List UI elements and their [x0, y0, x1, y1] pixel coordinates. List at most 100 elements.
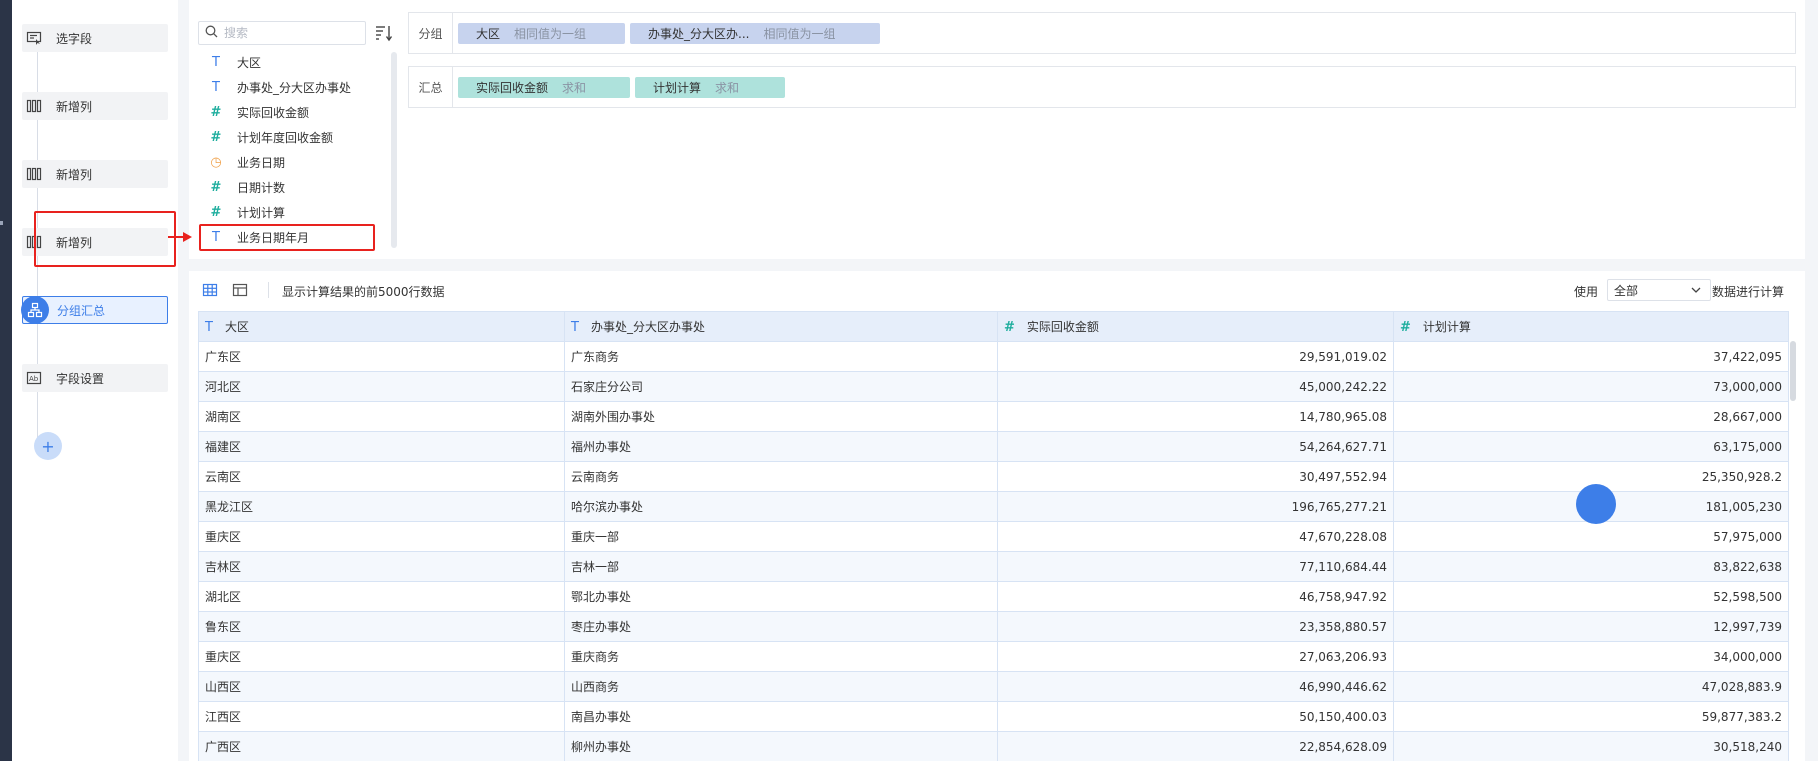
step-label: 分组汇总: [57, 303, 106, 318]
use-label: 使用: [1574, 285, 1599, 299]
column-header[interactable]: T 办事处_分大区办事处: [564, 311, 998, 342]
table-cell: 哈尔滨办事处: [564, 491, 998, 522]
table-cell: 52,598,500: [1393, 581, 1789, 612]
steps-panel: 选字段 新增列 新增列 新增列 分组汇总 Ab 字段设置 +: [12, 0, 178, 761]
table-cell: 46,758,947.92: [997, 581, 1394, 612]
row-limit-note: 显示计算结果的前5000行数据: [282, 285, 445, 299]
field-label: 计划年度回收金额: [237, 131, 334, 145]
text-type-icon: T: [205, 320, 213, 335]
number-type-icon: #: [1400, 320, 1411, 335]
table-cell: 54,264,627.71: [997, 431, 1394, 462]
table-cell: 30,497,552.94: [997, 461, 1394, 492]
table-cell: 83,822,638: [1393, 551, 1789, 582]
column-title: 实际回收金额: [1026, 320, 1099, 334]
data-scope-select[interactable]: 全部: [1607, 279, 1711, 301]
field-search-box[interactable]: [198, 21, 366, 45]
table-cell: 柳州办事处: [564, 731, 998, 761]
chip-aggregation: 相同值为一组: [763, 26, 836, 41]
step-select-fields[interactable]: 选字段: [22, 24, 168, 52]
field-settings-icon: Ab: [20, 364, 48, 392]
number-type-icon: #: [210, 180, 222, 195]
table-cell: 广东区: [198, 341, 565, 372]
sort-icon[interactable]: [373, 22, 395, 44]
table-row: 黑龙江区 哈尔滨办事处 196,765,277.21 181,005,230: [198, 491, 1789, 522]
table-cell: 鄂北办事处: [564, 581, 998, 612]
column-header[interactable]: # 实际回收金额: [997, 311, 1394, 342]
field-label: 业务日期: [237, 156, 286, 170]
result-table-panel: 显示计算结果的前5000行数据 使用 全部 数据进行计算 T 大区 T 办事处_分大…: [189, 271, 1805, 761]
group-chip[interactable]: 大区 相同值为一组: [458, 22, 625, 44]
table-cell: 47,028,883.9: [1393, 671, 1789, 702]
search-input[interactable]: [224, 26, 354, 40]
table-cell: 山西区: [198, 671, 565, 702]
group-summary-icon: [21, 296, 49, 324]
table-scrollbar[interactable]: [1790, 341, 1796, 401]
table-cell: 63,175,000: [1393, 431, 1789, 462]
summary-zone[interactable]: 汇总 实际回收金额 求和 计划计算 求和: [408, 66, 1796, 108]
svg-text:Ab: Ab: [29, 375, 39, 383]
table-cell: 27,063,206.93: [997, 641, 1394, 672]
table-cell: 江西区: [198, 701, 565, 732]
step-add-column-2[interactable]: 新增列: [22, 160, 168, 188]
table-cell: 云南区: [198, 461, 565, 492]
field-label: 实际回收金额: [237, 106, 310, 120]
table-cell: 196,765,277.21: [997, 491, 1394, 522]
group-chip[interactable]: 办事处_分大区办... 相同值为一组: [630, 22, 880, 44]
field-item[interactable]: T 大区: [198, 50, 398, 75]
field-item[interactable]: T 办事处_分大区办事处: [198, 75, 398, 100]
table-cell: 河北区: [198, 371, 565, 402]
chip-aggregation: 求和: [715, 80, 740, 95]
step-label: 字段设置: [56, 371, 105, 386]
step-group-summary[interactable]: 分组汇总: [21, 296, 168, 324]
add-step-button[interactable]: +: [34, 432, 62, 460]
summary-chip[interactable]: 计划计算 求和: [635, 76, 785, 98]
table-cell: 29,591,019.02: [997, 341, 1394, 372]
summary-chip[interactable]: 实际回收金额 求和: [458, 76, 630, 98]
table-cell: 30,518,240: [1393, 731, 1789, 761]
add-column-icon: [20, 92, 48, 120]
table-cell: 重庆一部: [564, 521, 998, 552]
field-label: 日期计数: [237, 181, 286, 195]
field-highlight-box: [199, 224, 375, 251]
table-cell: 59,877,383.2: [1393, 701, 1789, 732]
field-list: T 大区 T 办事处_分大区办事处 # 实际回收金额 # 计划年度回收金额 ◷ 业务日期 …: [198, 50, 398, 250]
step-field-settings[interactable]: Ab 字段设置: [22, 364, 168, 392]
step-highlight-box: [34, 211, 176, 267]
table-row: 重庆区 重庆商务 27,063,206.93 34,000,000: [198, 641, 1789, 672]
table-cell: 石家庄分公司: [564, 371, 998, 402]
text-type-icon: T: [571, 320, 579, 335]
group-zone[interactable]: 分组 大区 相同值为一组 办事处_分大区办... 相同值为一组: [408, 12, 1796, 54]
number-type-icon: #: [210, 130, 222, 145]
field-item[interactable]: ◷ 业务日期: [198, 150, 398, 175]
table-row: 广东区 广东商务 29,591,019.02 37,422,095: [198, 341, 1789, 372]
field-item[interactable]: # 计划计算: [198, 200, 398, 225]
table-cell: 湖南区: [198, 401, 565, 432]
table-cell: 南昌办事处: [564, 701, 998, 732]
field-item[interactable]: # 计划年度回收金额: [198, 125, 398, 150]
select-value: 全部: [1614, 283, 1639, 298]
floating-action-button[interactable]: [1576, 484, 1616, 524]
field-label: 办事处_分大区办事处: [237, 81, 352, 95]
chip-name: 办事处_分大区办...: [648, 26, 750, 41]
text-type-icon: T: [212, 55, 220, 70]
layout-view-icon[interactable]: [231, 281, 249, 299]
text-type-icon: T: [212, 80, 220, 95]
table-row: 山西区 山西商务 46,990,446.62 47,028,883.9: [198, 671, 1789, 702]
column-title: 办事处_分大区办事处: [590, 320, 705, 334]
column-header[interactable]: # 计划计算: [1393, 311, 1789, 342]
field-list-scrollbar[interactable]: [391, 52, 397, 248]
chip-name: 计划计算: [653, 80, 702, 95]
table-row: 福建区 福州办事处 54,264,627.71 63,175,000: [198, 431, 1789, 462]
column-title: 计划计算: [1422, 320, 1471, 334]
field-label: 计划计算: [237, 206, 286, 220]
field-item[interactable]: # 日期计数: [198, 175, 398, 200]
table-row: 吉林区 吉林一部 77,110,684.44 83,822,638: [198, 551, 1789, 582]
step-add-column-1[interactable]: 新增列: [22, 92, 168, 120]
table-cell: 重庆商务: [564, 641, 998, 672]
column-header[interactable]: T 大区: [198, 311, 565, 342]
field-item[interactable]: # 实际回收金额: [198, 100, 398, 125]
step-label: 新增列: [56, 99, 93, 114]
table-view-icon[interactable]: [201, 281, 219, 299]
table-cell: 47,670,228.08: [997, 521, 1394, 552]
table-header-row: T 大区 T 办事处_分大区办事处 # 实际回收金额 # 计划计算: [198, 311, 1789, 342]
